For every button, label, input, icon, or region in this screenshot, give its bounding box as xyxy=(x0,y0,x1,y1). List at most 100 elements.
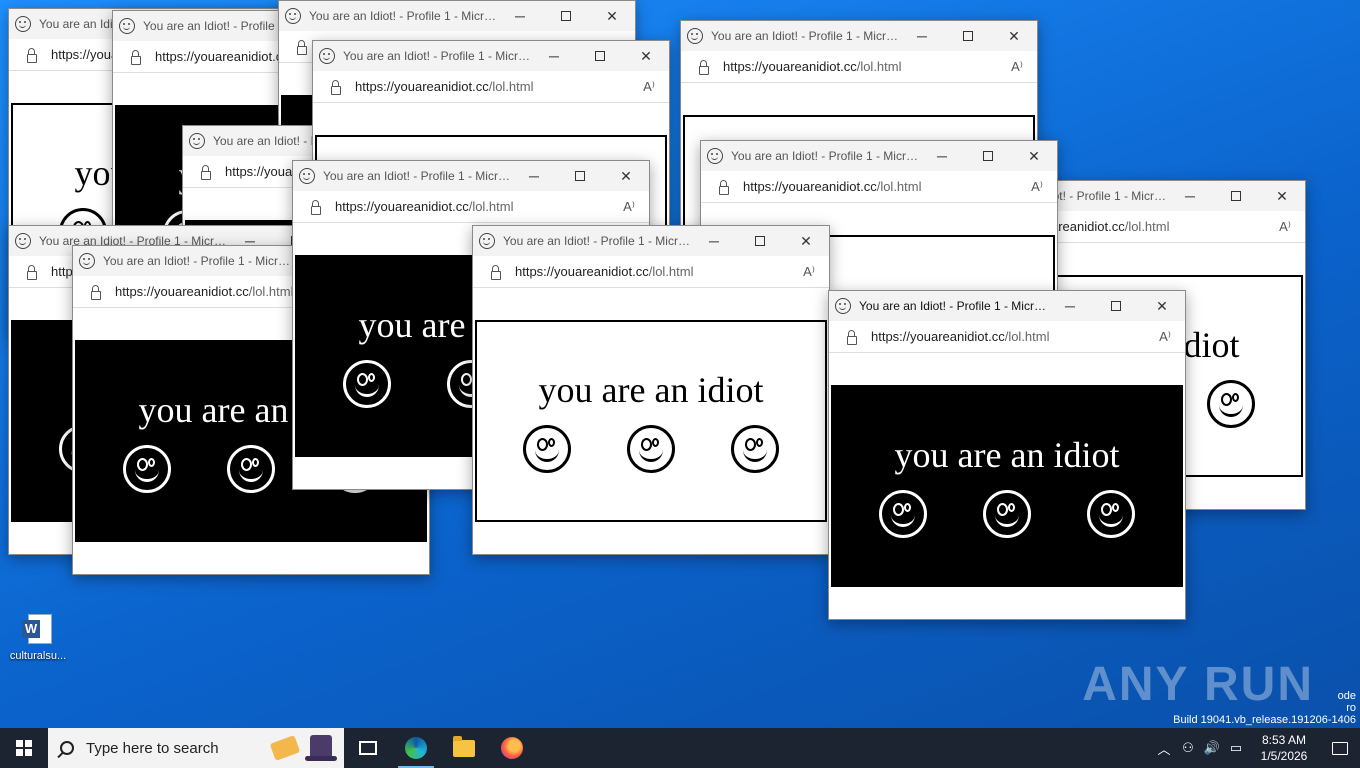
maximize-button[interactable] xyxy=(1093,291,1139,321)
close-button[interactable]: ✕ xyxy=(1139,291,1185,321)
close-button[interactable]: ✕ xyxy=(1259,181,1305,211)
taskbar-firefox[interactable] xyxy=(488,728,536,768)
read-aloud-icon[interactable]: A⁾ xyxy=(609,199,649,215)
url-path: /lol.html xyxy=(248,284,294,299)
lock-icon xyxy=(297,40,307,55)
smiley-face-icon xyxy=(1087,490,1135,538)
close-button[interactable]: ✕ xyxy=(783,226,829,256)
address-bar[interactable]: https://youareanidiot.cc/lol.htmlA⁾ xyxy=(293,191,649,223)
minimize-button[interactable]: ─ xyxy=(899,21,945,51)
url-path: /lol.html xyxy=(1124,219,1170,234)
start-button[interactable] xyxy=(0,728,48,768)
maximize-icon xyxy=(561,11,571,21)
idiot-panel: you are an idiot xyxy=(831,385,1183,587)
maximize-button[interactable] xyxy=(965,141,1011,171)
maximize-button[interactable] xyxy=(557,161,603,191)
smiley-face-icon xyxy=(879,490,927,538)
minimize-button[interactable]: ─ xyxy=(531,41,577,71)
close-button[interactable]: ✕ xyxy=(991,21,1037,51)
smiley-favicon-icon xyxy=(15,233,31,249)
smiley-face-icon xyxy=(731,425,779,473)
volume-icon[interactable]: 🔊 xyxy=(1200,740,1224,756)
minimize-button[interactable]: ─ xyxy=(691,226,737,256)
read-aloud-icon[interactable]: A⁾ xyxy=(1017,179,1057,195)
close-button[interactable]: ✕ xyxy=(603,161,649,191)
maximize-button[interactable] xyxy=(577,41,623,71)
url-text[interactable]: https://youareanidiot.cc/lol.html xyxy=(723,59,997,74)
close-button[interactable]: ✕ xyxy=(1011,141,1057,171)
desktop-icon-word-document[interactable]: W culturalsu... xyxy=(4,614,72,662)
url-text[interactable]: https://youareanidiot.cc/lol.html xyxy=(355,79,629,94)
popup-window[interactable]: You are an Idiot! - Profile 1 - Micro...… xyxy=(828,290,1186,620)
url-path: /lol.html xyxy=(468,199,514,214)
window-title-bar[interactable]: You are an Idiot! - Profile 1 - Micro...… xyxy=(473,226,829,256)
build-info: ode ro Build 19041.vb_release.191206-140… xyxy=(1173,690,1356,726)
meet-now-icon[interactable]: ⚇ xyxy=(1176,740,1200,756)
smiley-face-icon xyxy=(343,360,391,408)
maximize-button[interactable] xyxy=(1213,181,1259,211)
close-button[interactable]: ✕ xyxy=(589,1,635,31)
network-icon[interactable]: ▭ xyxy=(1224,740,1248,756)
address-bar[interactable]: https://youareanidiot.cc/lol.htmlA⁾ xyxy=(701,171,1057,203)
smiley-face-icon xyxy=(1207,380,1255,428)
url-path: /lol.html xyxy=(876,179,922,194)
window-title: You are an Idiot! - Profile 1 - Micro... xyxy=(103,254,291,268)
url-text[interactable]: https://youareanidiot.cc/lol.html xyxy=(871,329,1145,344)
smiley-mouth xyxy=(535,448,559,462)
minimize-button[interactable]: ─ xyxy=(919,141,965,171)
taskbar-search-box[interactable]: Type here to search xyxy=(48,728,344,768)
firefox-icon xyxy=(501,737,523,759)
url-host: https://youareanidiot.cc xyxy=(335,199,469,214)
window-title-bar[interactable]: You are an Idiot! - Profile 1 - Micro...… xyxy=(829,291,1185,321)
maximize-button[interactable] xyxy=(737,226,783,256)
notification-center-button[interactable] xyxy=(1320,741,1360,755)
popup-window[interactable]: You are an Idiot! - Profile 1 - Micro...… xyxy=(472,225,830,555)
taskbar-edge[interactable] xyxy=(392,728,440,768)
url-host: https://youareanidiot.cc xyxy=(871,329,1005,344)
lock-icon xyxy=(699,60,709,75)
minimize-button[interactable]: ─ xyxy=(497,1,543,31)
url-text[interactable]: https://youareanidiot.cc/lol.html xyxy=(335,199,609,214)
smiley-favicon-icon xyxy=(119,18,135,34)
window-title-bar[interactable]: You are an Idiot! - Profile 1 - Micro...… xyxy=(279,1,635,31)
idiot-panel: you are an idiot xyxy=(475,320,827,522)
read-aloud-icon[interactable]: A⁾ xyxy=(629,79,669,95)
search-placeholder: Type here to search xyxy=(86,739,219,757)
read-aloud-icon[interactable]: A⁾ xyxy=(789,264,829,280)
address-bar[interactable]: https://youareanidiot.cc/lol.htmlA⁾ xyxy=(473,256,829,288)
window-title-bar[interactable]: You are an Idiot! - Profile 1 - Micro...… xyxy=(313,41,669,71)
smiley-mouth xyxy=(1219,403,1243,417)
lock-icon xyxy=(27,48,37,63)
lock-icon xyxy=(847,330,857,345)
address-bar[interactable]: https://youareanidiot.cc/lol.htmlA⁾ xyxy=(829,321,1185,353)
window-title: You are an Idiot! - Profile 1 - Micro... xyxy=(323,169,511,183)
window-title: You are an Idiot! - Profile 1 - Micro... xyxy=(309,9,497,23)
page-content: you are an idiot xyxy=(473,288,829,554)
close-button[interactable]: ✕ xyxy=(623,41,669,71)
minimize-button[interactable]: ─ xyxy=(1167,181,1213,211)
smiley-mouth xyxy=(639,448,663,462)
url-text[interactable]: https://youareanidiot.cc/lol.html xyxy=(515,264,789,279)
url-host: https://youareanidiot.cc xyxy=(743,179,877,194)
url-text[interactable]: https://youareanidiot.cc/lol.html xyxy=(743,179,1017,194)
window-title-bar[interactable]: You are an Idiot! - Profile 1 - Micro...… xyxy=(293,161,649,191)
chevron-up-icon[interactable]: ︿ xyxy=(1152,739,1176,758)
address-bar[interactable]: https://youareanidiot.cc/lol.htmlA⁾ xyxy=(313,71,669,103)
task-view-button[interactable] xyxy=(344,728,392,768)
window-title-bar[interactable]: You are an Idiot! - Profile 1 - Micro...… xyxy=(701,141,1057,171)
address-bar[interactable]: https://youareanidiot.cc/lol.htmlA⁾ xyxy=(681,51,1037,83)
maximize-button[interactable] xyxy=(543,1,589,31)
clock[interactable]: 8:53 AM 1/5/2026 xyxy=(1248,732,1320,764)
minimize-button[interactable]: ─ xyxy=(1047,291,1093,321)
taskbar-file-explorer[interactable] xyxy=(440,728,488,768)
read-aloud-icon[interactable]: A⁾ xyxy=(1265,219,1305,235)
maximize-button[interactable] xyxy=(945,21,991,51)
read-aloud-icon[interactable]: A⁾ xyxy=(1145,329,1185,345)
read-aloud-icon[interactable]: A⁾ xyxy=(997,59,1037,75)
smiley-favicon-icon xyxy=(189,133,205,149)
minimize-button[interactable]: ─ xyxy=(511,161,557,191)
smiley-favicon-icon xyxy=(299,168,315,184)
url-host: https://youareanidiot.cc xyxy=(115,284,249,299)
window-title-bar[interactable]: You are an Idiot! - Profile 1 - Micro...… xyxy=(681,21,1037,51)
page-content: you are an idiot xyxy=(829,353,1185,619)
